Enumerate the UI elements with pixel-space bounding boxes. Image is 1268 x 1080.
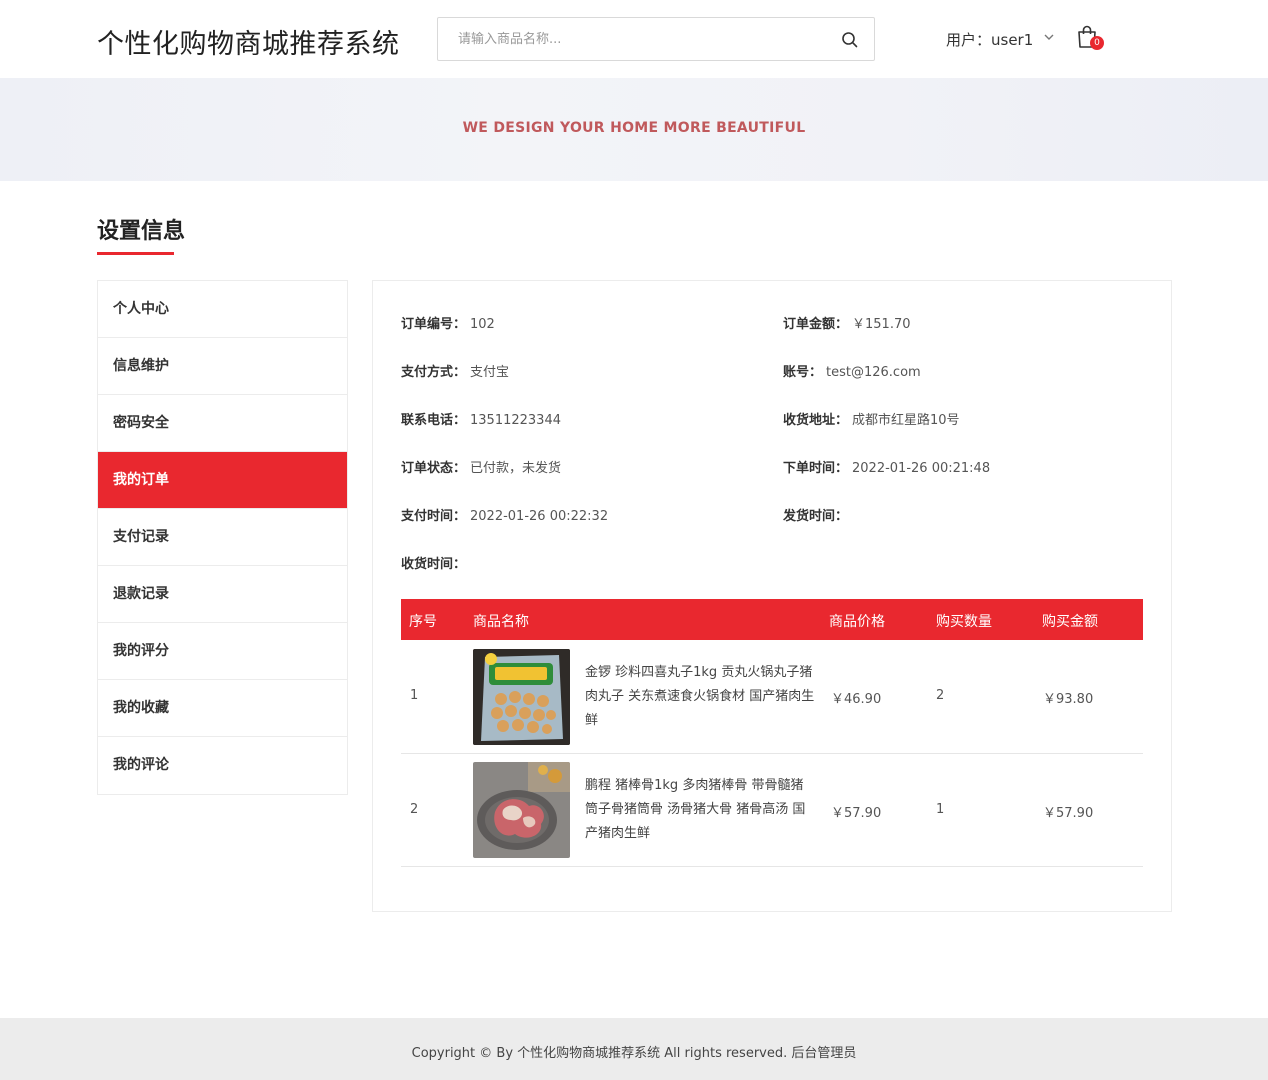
product-price: ￥57.90	[831, 806, 882, 821]
receive-time-label: 收货时间：	[401, 557, 467, 572]
phone-field: 联系电话： 13511223344	[401, 409, 561, 428]
sidebar-item-my-orders[interactable]: 我的订单	[98, 452, 347, 509]
order-amount-value: ￥151.70	[852, 317, 911, 332]
header: 个性化购物商城推荐系统 用户：user1 0	[0, 0, 1268, 78]
col-header-product-name: 商品名称	[473, 614, 529, 630]
row-index: 1	[410, 688, 419, 703]
row-index: 2	[410, 802, 419, 817]
order-amount-field: 订单金额： ￥151.70	[783, 313, 911, 332]
col-header-price: 商品价格	[829, 614, 885, 630]
product-quantity: 2	[936, 688, 945, 703]
table-row: 1 金锣 珍料四喜丸子1kg 贡丸火锅丸子猪肉丸子 关东煮速食火锅食材 国产猪肉…	[401, 640, 1143, 754]
order-number-value: 102	[470, 317, 495, 332]
search-input[interactable]	[438, 18, 828, 60]
order-number-field: 订单编号： 102	[401, 313, 495, 332]
order-number-label: 订单编号：	[401, 317, 467, 332]
sidebar-item-info-maintenance[interactable]: 信息维护	[98, 338, 347, 395]
section-title: 设置信息	[97, 219, 186, 244]
pay-time-value: 2022-01-26 00:22:32	[470, 509, 609, 524]
col-header-index: 序号	[409, 614, 437, 630]
col-header-total: 购买金额	[1042, 614, 1098, 630]
sidebar-item-password-security[interactable]: 密码安全	[98, 395, 347, 452]
meatball-bag-image	[473, 649, 570, 745]
address-value: 成都市红星路10号	[852, 413, 960, 428]
sidebar-item-payment-records[interactable]: 支付记录	[98, 509, 347, 566]
sidebar-menu: 个人中心 信息维护 密码安全 我的订单 支付记录 退款记录 我的评分 我的收藏 …	[97, 280, 348, 795]
pay-method-label: 支付方式：	[401, 365, 467, 380]
footer: Copyright © By 个性化购物商城推荐系统 All rights re…	[0, 1018, 1268, 1080]
chevron-down-icon[interactable]	[1042, 30, 1056, 44]
banner-slogan: WE DESIGN YOUR HOME MORE BEAUTIFUL	[462, 120, 806, 136]
sidebar-item-my-comments[interactable]: 我的评论	[98, 737, 347, 794]
order-time-field: 下单时间： 2022-01-26 00:21:48	[783, 457, 990, 476]
search-icon[interactable]	[840, 30, 860, 50]
order-status-field: 订单状态： 已付款，未发货	[401, 457, 561, 476]
sidebar-item-my-favorites[interactable]: 我的收藏	[98, 680, 347, 737]
order-status-label: 订单状态：	[401, 461, 467, 476]
pay-time-label: 支付时间：	[401, 509, 467, 524]
account-value: test@126.com	[826, 365, 921, 380]
table-row: 2 鹏程 猪棒骨1kg 多肉猪棒骨 带骨髓猪筒子骨猪筒骨 汤骨猪大骨 猪骨高汤 …	[401, 754, 1143, 867]
footer-copyright[interactable]: Copyright © By 个性化购物商城推荐系统 All rights re…	[0, 1042, 1268, 1061]
phone-value: 13511223344	[470, 413, 561, 428]
account-field: 账号： test@126.com	[783, 361, 921, 380]
site-title[interactable]: 个性化购物商城推荐系统	[97, 22, 400, 61]
product-price: ￥46.90	[831, 692, 882, 707]
banner: WE DESIGN YOUR HOME MORE BEAUTIFUL	[0, 78, 1268, 181]
col-header-quantity: 购买数量	[936, 614, 992, 630]
product-name[interactable]: 金锣 珍料四喜丸子1kg 贡丸火锅丸子猪肉丸子 关东煮速食火锅食材 国产猪肉生鲜	[585, 661, 815, 733]
pay-method-value: 支付宝	[470, 365, 510, 380]
order-time-value: 2022-01-26 00:21:48	[852, 461, 991, 476]
section-title-underline	[97, 252, 174, 255]
product-total: ￥93.80	[1043, 692, 1094, 707]
ship-time-label: 发货时间：	[783, 509, 849, 524]
pay-time-field: 支付时间： 2022-01-26 00:22:32	[401, 505, 608, 524]
search-box	[437, 17, 875, 61]
pork-bone-image	[473, 762, 570, 858]
user-menu-label[interactable]: 用户：user1	[946, 29, 1033, 50]
account-label: 账号：	[783, 365, 823, 380]
order-items-table-header: 序号 商品名称 商品价格 购买数量 购买金额	[401, 599, 1143, 640]
sidebar-item-refund-records[interactable]: 退款记录	[98, 566, 347, 623]
sidebar-item-my-ratings[interactable]: 我的评分	[98, 623, 347, 680]
phone-label: 联系电话：	[401, 413, 467, 428]
product-thumbnail[interactable]	[473, 649, 570, 745]
ship-time-field: 发货时间：	[783, 505, 852, 524]
product-name[interactable]: 鹏程 猪棒骨1kg 多肉猪棒骨 带骨髓猪筒子骨猪筒骨 汤骨猪大骨 猪骨高汤 国产…	[585, 774, 815, 846]
product-quantity: 1	[936, 802, 945, 817]
sidebar-item-personal-center[interactable]: 个人中心	[98, 281, 347, 338]
product-total: ￥57.90	[1043, 806, 1094, 821]
order-status-value: 已付款，未发货	[470, 461, 562, 476]
address-label: 收货地址：	[783, 413, 849, 428]
order-time-label: 下单时间：	[783, 461, 849, 476]
address-field: 收货地址： 成都市红星路10号	[783, 409, 960, 428]
cart-count-badge: 0	[1090, 36, 1104, 50]
product-thumbnail[interactable]	[473, 762, 570, 858]
receive-time-field: 收货时间：	[401, 553, 470, 572]
order-amount-label: 订单金额：	[783, 317, 849, 332]
pay-method-field: 支付方式： 支付宝	[401, 361, 509, 380]
